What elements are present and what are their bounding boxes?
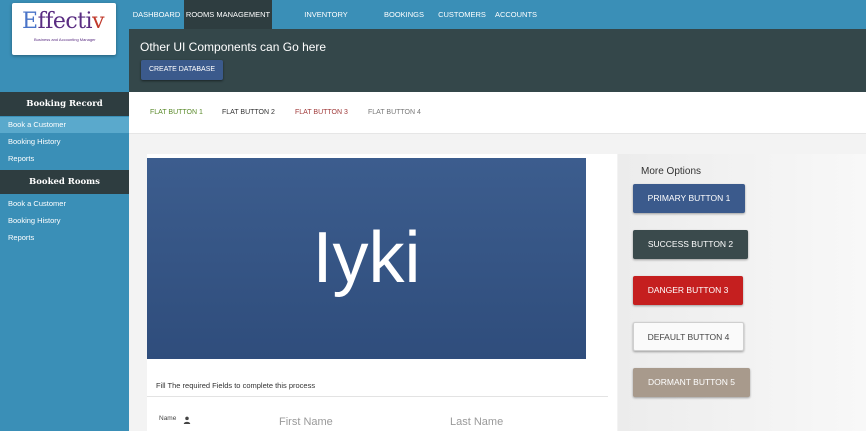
dormant-button-5[interactable]: DORMANT BUTTON 5 (633, 368, 750, 397)
more-options-title: More Options (641, 166, 702, 177)
sidebar-item-booking-history[interactable]: Booking History (0, 134, 129, 150)
banner-image: Iyki (147, 158, 586, 359)
logo-wordmark: Effectiv (22, 9, 105, 34)
flat-button-bar: FLAT BUTTON 1 FLAT BUTTON 2 FLAT BUTTON … (129, 92, 866, 134)
sidebar-item-reports-2[interactable]: Reports (0, 230, 129, 246)
logo-tagline: Business and Accounting Manager (34, 37, 96, 42)
flat-button-1[interactable]: FLAT BUTTON 1 (150, 92, 203, 134)
sidebar: Effectiv Business and Accounting Manager… (0, 0, 129, 431)
page-header: Other UI Components can Go here CREATE D… (129, 29, 866, 92)
create-database-button[interactable]: CREATE DATABASE (141, 60, 223, 80)
first-name-input[interactable]: First Name (279, 416, 333, 428)
main-content: Iyki Fill The required Fields to complet… (129, 134, 866, 431)
last-name-input[interactable]: Last Name (450, 416, 503, 428)
nav-dashboard[interactable]: DASHBOARD (129, 0, 184, 29)
page-title: Other UI Components can Go here (140, 40, 327, 54)
nav-inventory-management[interactable]: INVENTORY MANAGEMENT (278, 0, 374, 48)
sidebar-item-book-customer[interactable]: Book a Customer (0, 117, 129, 133)
form-instructions: Fill The required Fields to complete thi… (156, 381, 316, 390)
flat-button-2[interactable]: FLAT BUTTON 2 (222, 92, 275, 134)
sidebar-section-booking-record: Booking Record (0, 92, 129, 116)
content-card: Iyki Fill The required Fields to complet… (147, 154, 617, 431)
sidebar-item-booking-history-2[interactable]: Booking History (0, 213, 129, 229)
nav-accounts[interactable]: ACCOUNTS (493, 0, 539, 29)
person-icon (183, 416, 191, 424)
flat-button-3[interactable]: FLAT BUTTON 3 (295, 92, 348, 134)
name-label: Name (159, 415, 177, 422)
danger-button-3[interactable]: DANGER BUTTON 3 (633, 276, 743, 305)
banner-text: Iyki (312, 218, 421, 298)
nav-bookings[interactable]: BOOKINGS (382, 0, 426, 29)
sidebar-item-reports[interactable]: Reports (0, 151, 129, 167)
top-nav: DASHBOARD ROOMS MANAGEMENT INVENTORY MAN… (129, 0, 866, 48)
primary-button-1[interactable]: PRIMARY BUTTON 1 (633, 184, 745, 213)
app: Effectiv Business and Accounting Manager… (0, 0, 866, 431)
success-button-2[interactable]: SUCCESS BUTTON 2 (633, 230, 748, 259)
more-options-panel: More Options PRIMARY BUTTON 1 SUCCESS BU… (618, 154, 866, 431)
nav-rooms-management[interactable]: ROOMS MANAGEMENT (184, 0, 272, 29)
default-button-4[interactable]: DEFAULT BUTTON 4 (633, 322, 744, 351)
flat-button-4[interactable]: FLAT BUTTON 4 (368, 92, 421, 134)
nav-customers[interactable]: CUSTOMERS (435, 0, 489, 29)
divider (147, 396, 608, 397)
brand-logo[interactable]: Effectiv Business and Accounting Manager (12, 3, 116, 55)
sidebar-item-book-customer-2[interactable]: Book a Customer (0, 196, 129, 212)
sidebar-section-booked-rooms: Booked Rooms (0, 170, 129, 194)
